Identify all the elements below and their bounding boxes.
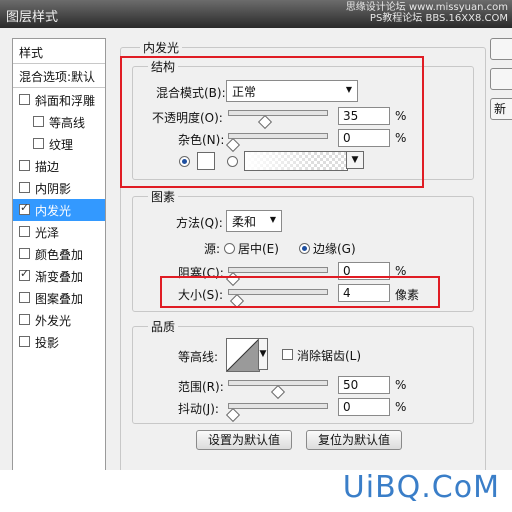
cancel-button[interactable]: [490, 68, 512, 90]
checkbox[interactable]: [19, 226, 30, 237]
checkbox[interactable]: [19, 292, 30, 303]
style-item-inner-glow[interactable]: 内发光: [13, 199, 105, 221]
ok-button[interactable]: [490, 38, 512, 60]
chevron-down-icon: ▼: [269, 215, 276, 224]
new-style-button[interactable]: 新: [490, 98, 512, 120]
style-item-label: 投影: [35, 336, 60, 350]
style-item-satin[interactable]: 光泽: [13, 221, 105, 243]
style-item-contour[interactable]: 等高线: [13, 111, 105, 133]
style-item-label: 渐变叠加: [35, 270, 84, 284]
quality-title: 品质: [148, 318, 179, 335]
style-item-stroke[interactable]: 描边: [13, 155, 105, 177]
source-edge-label: 边缘(G): [313, 242, 356, 256]
checkbox[interactable]: [19, 267, 30, 281]
window-titlebar: 图层样式 思缘设计论坛 www.missyuan.com PS教程论坛 BBS.…: [0, 0, 512, 28]
checkbox[interactable]: [19, 94, 30, 105]
range-label: 范围(R):: [178, 380, 224, 394]
style-item-label: 等高线: [49, 116, 86, 130]
inner-glow-title: 内发光: [140, 39, 183, 56]
reset-default-button[interactable]: 复位为默认值: [306, 430, 402, 450]
style-item-label: 光泽: [35, 226, 60, 240]
style-item-drop-shadow[interactable]: 投影: [13, 331, 105, 353]
style-list-header-label: 样式: [19, 46, 44, 60]
style-item-inner-shadow[interactable]: 内阴影: [13, 177, 105, 199]
jitter-slider[interactable]: [228, 403, 328, 409]
style-list-header[interactable]: 样式: [13, 41, 105, 64]
make-default-button[interactable]: 设置为默认值: [196, 430, 292, 450]
contour-preview[interactable]: [226, 338, 260, 372]
source-center-radio[interactable]: [224, 243, 235, 254]
range-unit: %: [395, 378, 407, 392]
highlight-size: [160, 276, 440, 308]
checkbox[interactable]: [33, 116, 44, 127]
method-dropdown[interactable]: 柔和 ▼: [226, 210, 282, 232]
style-list: 样式 混合选项:默认 斜面和浮雕 等高线 纹理 描边 内阴影 内发光 光泽 颜色…: [12, 38, 106, 494]
watermark-top-line2: PS教程论坛 BBS.16XX8.COM: [369, 13, 508, 24]
jitter-input[interactable]: 0: [338, 398, 390, 416]
bottom-watermark-area: UiBQ.CoM: [0, 470, 512, 512]
checkbox[interactable]: [33, 138, 44, 149]
checkbox[interactable]: [19, 314, 30, 325]
blend-options-item[interactable]: 混合选项:默认: [13, 65, 105, 88]
antialias-label: 消除锯齿(L): [297, 349, 362, 363]
style-item-label: 描边: [35, 160, 60, 174]
style-item-color-overlay[interactable]: 颜色叠加: [13, 243, 105, 265]
jitter-unit: %: [395, 400, 407, 414]
jitter-label: 抖动(J):: [178, 402, 219, 416]
style-item-outer-glow[interactable]: 外发光: [13, 309, 105, 331]
checkbox[interactable]: [19, 201, 30, 215]
source-center-label: 居中(E): [238, 242, 279, 256]
elements-title: 图素: [148, 188, 179, 205]
checkbox[interactable]: [19, 182, 30, 193]
style-item-label: 颜色叠加: [35, 248, 84, 262]
style-item-pattern-overlay[interactable]: 图案叠加: [13, 287, 105, 309]
source-label: 源:: [204, 242, 221, 256]
choke-slider[interactable]: [228, 267, 328, 273]
watermark-logo: UiBQ.CoM: [342, 470, 500, 505]
style-item-label: 内发光: [35, 204, 72, 218]
contour-label: 等高线:: [178, 350, 219, 364]
style-item-label: 斜面和浮雕: [35, 94, 96, 108]
style-item-label: 内阴影: [35, 182, 72, 196]
method-label: 方法(Q):: [176, 216, 223, 230]
window-title: 图层样式: [6, 10, 59, 25]
style-item-label: 外发光: [35, 314, 72, 328]
chevron-down-icon: ▼: [259, 349, 267, 359]
contour-curve-icon: [227, 339, 259, 371]
blend-options-label: 混合选项:默认: [19, 70, 96, 84]
style-item-bevel[interactable]: 斜面和浮雕: [13, 89, 105, 111]
range-input[interactable]: 50: [338, 376, 390, 394]
style-item-label: 图案叠加: [35, 292, 84, 306]
style-item-texture[interactable]: 纹理: [13, 133, 105, 155]
highlight-structure: [120, 56, 424, 188]
checkbox[interactable]: [19, 160, 30, 171]
source-edge-radio[interactable]: [299, 243, 310, 254]
antialias-checkbox[interactable]: [282, 349, 293, 360]
watermark-top: 思缘设计论坛 www.missyuan.com PS教程论坛 BBS.16XX8…: [346, 2, 508, 24]
contour-dropdown-button[interactable]: ▼: [258, 338, 268, 370]
checkbox[interactable]: [19, 248, 30, 259]
watermark-top-line1: 思缘设计论坛 www.missyuan.com: [345, 2, 508, 13]
style-item-gradient-overlay[interactable]: 渐变叠加: [13, 265, 105, 287]
method-value: 柔和: [232, 215, 257, 229]
checkbox[interactable]: [19, 336, 30, 347]
style-item-label: 纹理: [49, 138, 74, 152]
